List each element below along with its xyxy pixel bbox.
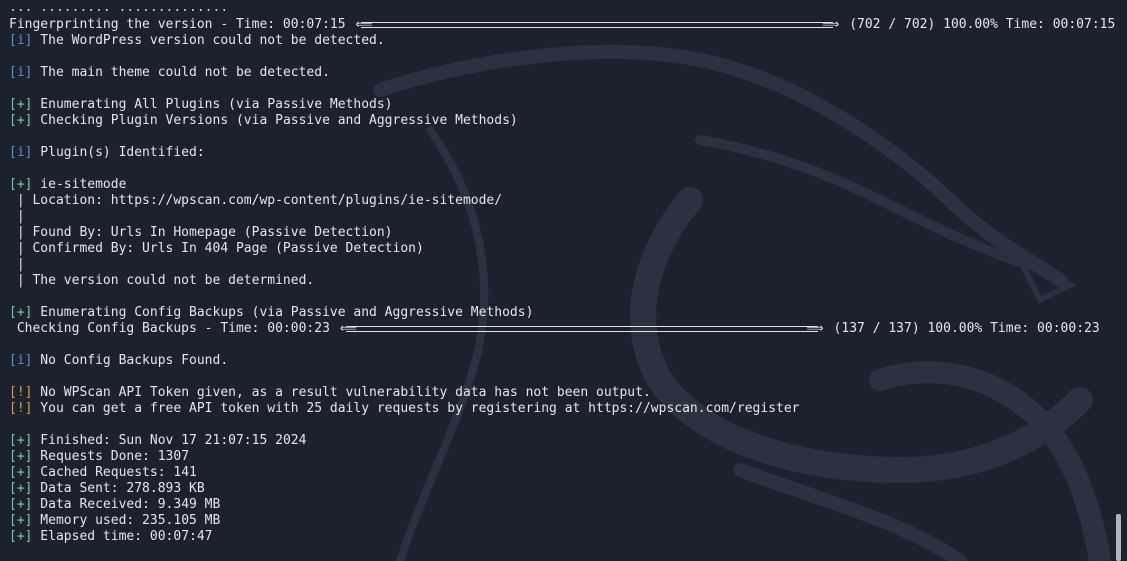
output-line: [+] Data Received: 9.349 MB bbox=[9, 497, 1119, 513]
output-line: [+] Data Sent: 278.893 KB bbox=[9, 481, 1119, 497]
output-line: [+] Checking Plugin Versions (via Passiv… bbox=[9, 113, 1119, 129]
progress-bar: ⟸ ⟹ bbox=[340, 321, 824, 335]
terminal-window[interactable]: ... ......... .............. Fingerprint… bbox=[0, 0, 1127, 561]
info-prefix: [i] bbox=[9, 33, 33, 48]
line-text: Requests Done: 1307 bbox=[32, 449, 190, 464]
output-line: [+] Enumerating Config Backups (via Pass… bbox=[9, 305, 1119, 321]
output-line: [i] Plugin(s) Identified: bbox=[9, 145, 1119, 161]
line-text: | Location: https://wpscan.com/wp-conten… bbox=[9, 193, 503, 208]
plus-prefix: [+] bbox=[9, 529, 33, 544]
plus-prefix: [+] bbox=[9, 433, 33, 448]
line-text: | bbox=[9, 209, 25, 224]
output-line: [!] You can get a free API token with 25… bbox=[9, 401, 1119, 417]
line-text: Cached Requests: 141 bbox=[32, 465, 197, 480]
output-line: [+] Enumerating All Plugins (via Passive… bbox=[9, 97, 1119, 113]
plus-prefix: [+] bbox=[9, 449, 33, 464]
output-line: | The version could not be determined. bbox=[9, 273, 1119, 289]
output-line: | Confirmed By: Urls In 404 Page (Passiv… bbox=[9, 241, 1119, 257]
progress-label: Fingerprinting the version - Time: 00:07… bbox=[9, 17, 354, 32]
top-fragment-text: ... ......... .............. bbox=[9, 7, 229, 15]
plus-prefix: [+] bbox=[9, 481, 33, 496]
output-line: [+] Requests Done: 1307 bbox=[9, 449, 1119, 465]
line-text: | bbox=[9, 257, 25, 272]
line-text: Data Received: 9.349 MB bbox=[32, 497, 221, 512]
line-text: Elapsed time: 00:07:47 bbox=[32, 529, 213, 544]
output-line: [i] The main theme could not be detected… bbox=[9, 65, 1119, 81]
output-line: [i] No Config Backups Found. bbox=[9, 353, 1119, 369]
progress-line-config-backups: Checking Config Backups - Time: 00:00:23… bbox=[9, 321, 1119, 337]
progress-arrow-left-icon: ⟸ bbox=[355, 17, 373, 31]
line-text: Data Sent: 278.893 KB bbox=[32, 481, 205, 496]
plus-prefix: [+] bbox=[9, 113, 33, 128]
warning-prefix: [!] bbox=[9, 385, 33, 400]
plus-prefix: [+] bbox=[9, 513, 33, 528]
info-prefix: [i] bbox=[9, 145, 33, 160]
line-text: You can get a free API token with 25 dai… bbox=[32, 401, 800, 416]
output-line: [!] No WPScan API Token given, as a resu… bbox=[9, 385, 1119, 401]
output-line: [+] Elapsed time: 00:07:47 bbox=[9, 529, 1119, 545]
output-line: [+] Finished: Sun Nov 17 21:07:15 2024 bbox=[9, 433, 1119, 449]
plugin-name: ie-sitemode bbox=[32, 177, 127, 192]
scrolled-line-fragment: ... ......... .............. bbox=[9, 7, 1127, 17]
scrollbar-thumb[interactable] bbox=[1116, 514, 1121, 561]
line-text: The WordPress version could not be detec… bbox=[32, 33, 385, 48]
line-text: | Confirmed By: Urls In 404 Page (Passiv… bbox=[9, 241, 424, 256]
progress-status: (702 / 702) 100.00% Time: 00:07:15 bbox=[841, 17, 1116, 32]
info-prefix: [i] bbox=[9, 65, 33, 80]
plus-prefix: [+] bbox=[9, 497, 33, 512]
plus-prefix: [+] bbox=[9, 177, 33, 192]
progress-arrow-right-icon: ⟹ bbox=[806, 321, 824, 335]
output-line: [+] Memory used: 235.105 MB bbox=[9, 513, 1119, 529]
progress-line-fingerprinting: Fingerprinting the version - Time: 00:07… bbox=[9, 17, 1119, 33]
progress-arrow-right-icon: ⟹ bbox=[822, 17, 840, 31]
line-text: The main theme could not be detected. bbox=[32, 65, 330, 80]
line-text: | Found By: Urls In Homepage (Passive De… bbox=[9, 225, 393, 240]
progress-track bbox=[361, 22, 834, 28]
info-prefix: [i] bbox=[9, 353, 33, 368]
warning-prefix: [!] bbox=[9, 401, 33, 416]
terminal-output: ... ......... .............. Fingerprint… bbox=[9, 7, 1119, 545]
progress-arrow-left-icon: ⟸ bbox=[339, 321, 357, 335]
output-line: | bbox=[9, 209, 1119, 225]
output-line: | Found By: Urls In Homepage (Passive De… bbox=[9, 225, 1119, 241]
line-text: Enumerating Config Backups (via Passive … bbox=[32, 305, 534, 320]
line-text: Enumerating All Plugins (via Passive Met… bbox=[32, 97, 393, 112]
line-text: | The version could not be determined. bbox=[9, 273, 315, 288]
line-text: Memory used: 235.105 MB bbox=[32, 513, 221, 528]
plus-prefix: [+] bbox=[9, 465, 33, 480]
output-line: [+] Cached Requests: 141 bbox=[9, 465, 1119, 481]
progress-status: (137 / 137) 100.00% Time: 00:00:23 bbox=[825, 321, 1100, 336]
vertical-scrollbar[interactable] bbox=[1116, 0, 1122, 561]
plus-prefix: [+] bbox=[9, 305, 33, 320]
output-line: | bbox=[9, 257, 1119, 273]
line-text: Finished: Sun Nov 17 21:07:15 2024 bbox=[32, 433, 307, 448]
output-line: [+] ie-sitemode bbox=[9, 177, 1119, 193]
output-line: | Location: https://wpscan.com/wp-conten… bbox=[9, 193, 1119, 209]
progress-label: Checking Config Backups - Time: 00:00:23 bbox=[9, 321, 338, 336]
output-line: [i] The WordPress version could not be d… bbox=[9, 33, 1119, 49]
progress-bar: ⟸ ⟹ bbox=[355, 17, 839, 31]
line-text: No WPScan API Token given, as a result v… bbox=[32, 385, 651, 400]
line-text: Checking Plugin Versions (via Passive an… bbox=[32, 113, 518, 128]
progress-track bbox=[345, 326, 818, 332]
line-text: Plugin(s) Identified: bbox=[32, 145, 205, 160]
plus-prefix: [+] bbox=[9, 97, 33, 112]
line-text: No Config Backups Found. bbox=[32, 353, 229, 368]
